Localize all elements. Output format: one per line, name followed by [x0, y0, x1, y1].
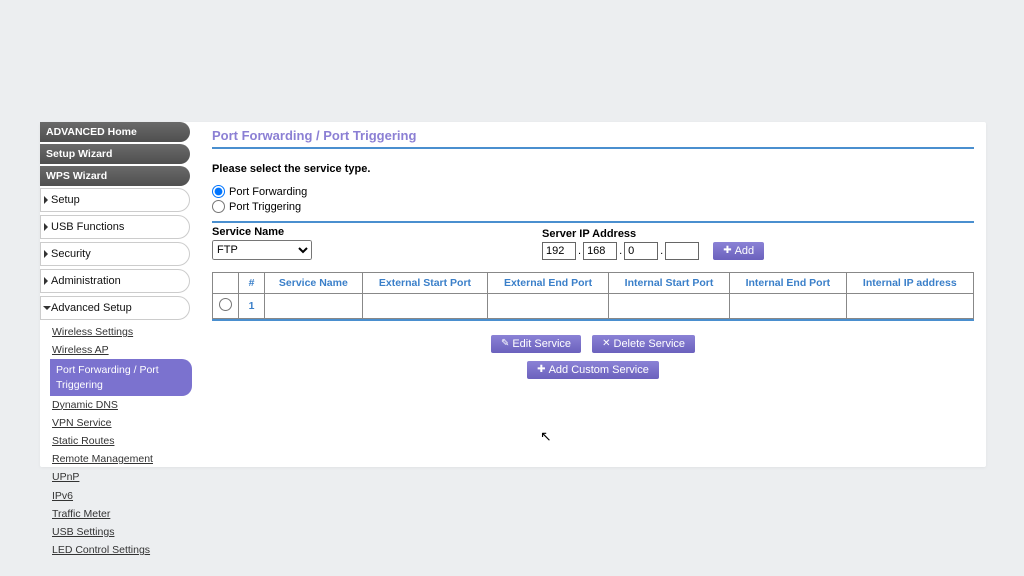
sidebar-item-usb-settings[interactable]: USB Settings [50, 523, 186, 541]
th-number: # [239, 273, 265, 294]
sidebar-section-usb-functions[interactable]: USB Functions [40, 215, 190, 239]
sidebar-item-wireless-settings[interactable]: Wireless Settings [50, 323, 186, 341]
sidebar-item-dynamic-dns[interactable]: Dynamic DNS [50, 396, 186, 414]
cell-int-ip [846, 294, 973, 319]
sidebar-sublist: Wireless Settings Wireless AP Port Forwa… [40, 323, 190, 561]
cell-ext-start [362, 294, 488, 319]
delete-service-label: Delete Service [614, 338, 686, 350]
service-name-select[interactable]: FTP [212, 240, 312, 260]
cell-service-name [265, 294, 363, 319]
row-select-radio[interactable] [219, 298, 232, 311]
pencil-icon: ✎ [501, 339, 509, 349]
sidebar-tab-wps-wizard[interactable]: WPS Wizard [40, 166, 190, 186]
page-title: Port Forwarding / Port Triggering [212, 128, 974, 149]
th-int-ip: Internal IP address [846, 273, 973, 294]
th-int-start: Internal Start Port [608, 273, 729, 294]
add-button-label: Add [735, 245, 755, 257]
sidebar-tab-advanced-home[interactable]: ADVANCED Home [40, 122, 190, 142]
sidebar-item-traffic-meter[interactable]: Traffic Meter [50, 505, 186, 523]
ip-octet-4[interactable] [665, 242, 699, 260]
sidebar-section-advanced-setup[interactable]: Advanced Setup [40, 296, 190, 320]
cell-int-start [608, 294, 729, 319]
sidebar-section-setup[interactable]: Setup [40, 188, 190, 212]
cursor-icon: ↖ [540, 428, 552, 445]
th-ext-start: External Start Port [362, 273, 488, 294]
radio-port-forwarding[interactable] [212, 185, 225, 198]
sidebar-item-vpn-service[interactable]: VPN Service [50, 414, 186, 432]
service-name-label: Service Name [212, 226, 312, 238]
main-content: Port Forwarding / Port Triggering Please… [200, 122, 986, 389]
sidebar-section-administration[interactable]: Administration [40, 269, 190, 293]
th-int-end: Internal End Port [730, 273, 846, 294]
sidebar-item-ipv6[interactable]: IPv6 [50, 487, 186, 505]
service-table: # Service Name External Start Port Exter… [212, 272, 974, 319]
add-custom-service-label: Add Custom Service [549, 364, 649, 376]
sidebar-section-security[interactable]: Security [40, 242, 190, 266]
table-row: 1 [213, 294, 974, 319]
cell-int-end [730, 294, 846, 319]
cell-ext-end [488, 294, 609, 319]
x-icon: ✕ [602, 339, 610, 349]
ip-octet-1[interactable] [542, 242, 576, 260]
add-custom-service-button[interactable]: ✚ Add Custom Service [527, 361, 659, 379]
divider [212, 221, 974, 223]
sidebar-item-remote-management[interactable]: Remote Management [50, 450, 186, 468]
th-ext-end: External End Port [488, 273, 609, 294]
th-service-name: Service Name [265, 273, 363, 294]
plus-icon: ✚ [723, 246, 731, 256]
sidebar-item-upnp[interactable]: UPnP [50, 468, 186, 486]
edit-service-button[interactable]: ✎ Edit Service [491, 335, 581, 353]
edit-service-label: Edit Service [512, 338, 571, 350]
server-ip-label: Server IP Address [542, 228, 764, 240]
sidebar: ADVANCED Home Setup Wizard WPS Wizard Se… [40, 122, 190, 561]
instruction-text: Please select the service type. [212, 163, 974, 175]
sidebar-item-led-control[interactable]: LED Control Settings [50, 541, 186, 559]
radio-port-forwarding-label: Port Forwarding [229, 186, 307, 198]
plus-icon: ✚ [537, 365, 545, 375]
add-button[interactable]: ✚ Add [713, 242, 764, 260]
ip-octet-2[interactable] [583, 242, 617, 260]
ip-octet-3[interactable] [624, 242, 658, 260]
sidebar-item-static-routes[interactable]: Static Routes [50, 432, 186, 450]
radio-port-triggering-label: Port Triggering [229, 201, 301, 213]
radio-port-triggering[interactable] [212, 200, 225, 213]
th-select [213, 273, 239, 294]
sidebar-item-wireless-ap[interactable]: Wireless AP [50, 341, 186, 359]
row-number: 1 [239, 294, 265, 319]
sidebar-item-port-forwarding[interactable]: Port Forwarding / Port Triggering [50, 359, 192, 395]
sidebar-tab-setup-wizard[interactable]: Setup Wizard [40, 144, 190, 164]
divider [212, 319, 974, 321]
delete-service-button[interactable]: ✕ Delete Service [592, 335, 695, 353]
